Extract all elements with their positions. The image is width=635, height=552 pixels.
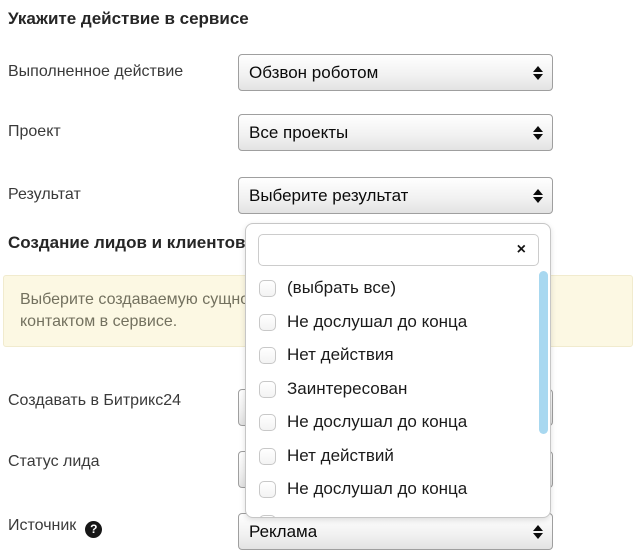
field-label-result: Результат <box>8 186 81 204</box>
result-option[interactable]: Нет действий <box>259 447 394 465</box>
source-value: Реклама <box>249 522 317 542</box>
help-icon[interactable]: ? <box>85 521 102 538</box>
checkbox[interactable] <box>259 481 276 498</box>
result-select[interactable]: Выберите результат <box>238 177 553 214</box>
field-label-create-entity: Создавать в Битрикс24 <box>8 392 181 410</box>
scrollbar-thumb[interactable] <box>539 271 548 434</box>
up-down-arrows-icon <box>533 525 543 539</box>
section-title-action: Укажите действие в сервисе <box>8 9 249 29</box>
result-option[interactable]: Заинтересован <box>259 380 407 398</box>
performed-action-value: Обзвон роботом <box>249 63 378 83</box>
up-down-arrows-icon <box>533 126 543 140</box>
project-select[interactable]: Все проекты <box>238 114 553 151</box>
result-multiselect-dropdown: × (выбрать все) Не дослушал до конца Нет… <box>245 223 551 518</box>
field-label-performed-action: Выполненное действие <box>8 63 183 81</box>
result-option-partial[interactable] <box>259 514 276 518</box>
result-option[interactable]: Нет действия <box>259 346 394 364</box>
checkbox[interactable] <box>259 347 276 364</box>
result-search-input[interactable] <box>258 234 539 266</box>
field-label-source: Источник? <box>8 517 102 538</box>
checkbox[interactable] <box>259 381 276 398</box>
section-title-leads: Создание лидов и клиентов <box>8 233 245 253</box>
project-value: Все проекты <box>249 123 348 143</box>
clear-search-icon[interactable]: × <box>517 242 526 258</box>
up-down-arrows-icon <box>533 189 543 203</box>
result-option[interactable]: Не дослушал до конца <box>259 413 467 431</box>
checkbox[interactable] <box>259 314 276 331</box>
checkbox[interactable] <box>259 448 276 465</box>
source-label-text: Источник <box>8 517 76 534</box>
result-option-select-all[interactable]: (выбрать все) <box>259 279 396 297</box>
field-label-project: Проект <box>8 123 61 141</box>
result-value: Выберите результат <box>249 186 408 206</box>
checkbox[interactable] <box>259 280 276 297</box>
result-option[interactable]: Не дослушал до конца <box>259 313 467 331</box>
checkbox[interactable] <box>259 414 276 431</box>
result-option[interactable]: Не дослушал до конца <box>259 480 467 498</box>
performed-action-select[interactable]: Обзвон роботом <box>238 54 553 91</box>
field-label-lead-status: Статус лида <box>8 453 100 471</box>
source-select[interactable]: Реклама <box>238 513 553 550</box>
up-down-arrows-icon <box>533 66 543 80</box>
checkbox[interactable] <box>259 515 276 519</box>
